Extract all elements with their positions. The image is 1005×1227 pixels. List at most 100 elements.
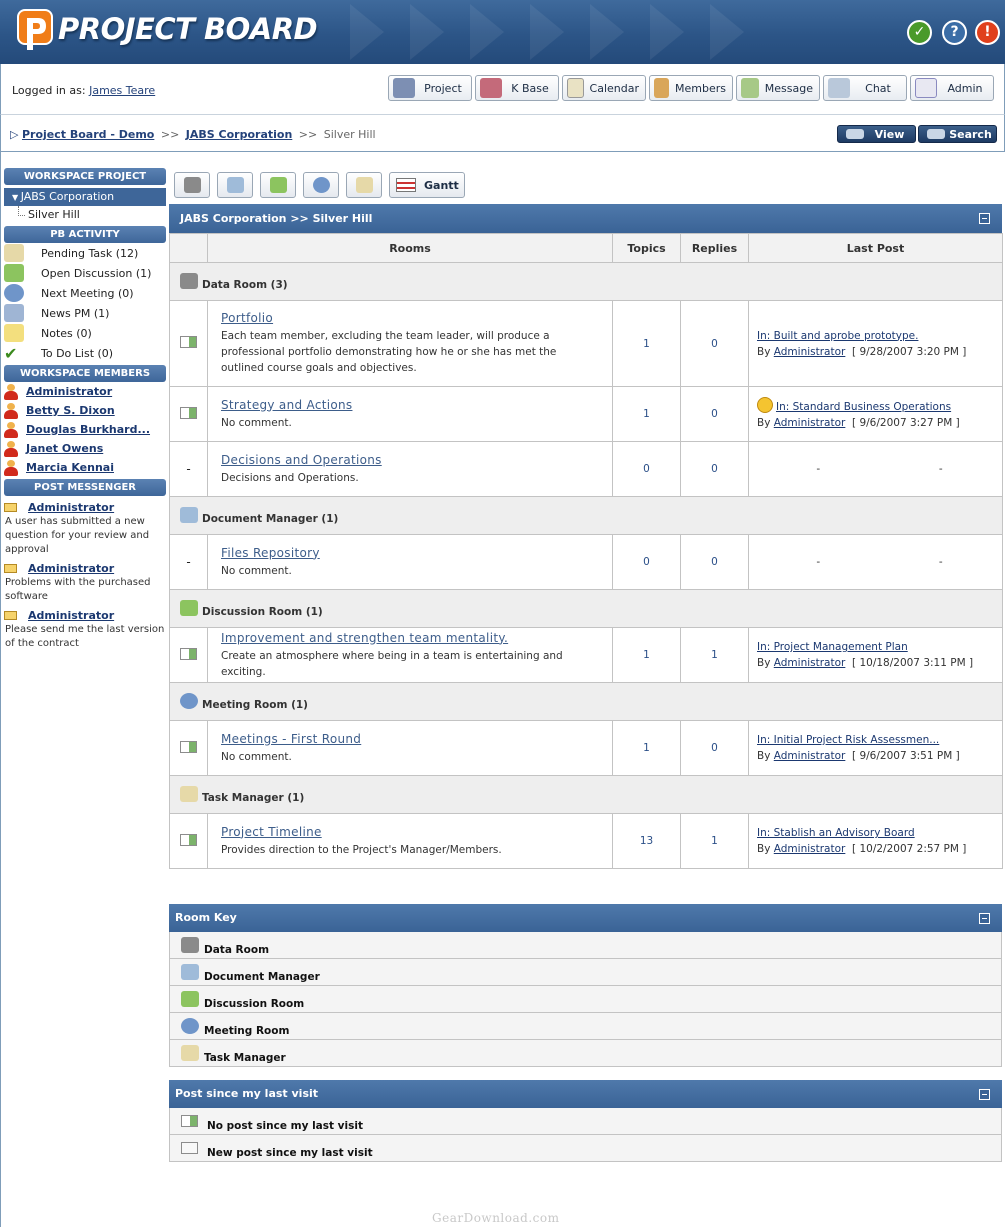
message-text: Problems with the purchased software (5, 577, 151, 602)
activity-open-discussion[interactable]: Open Discussion (1) (4, 263, 166, 283)
message-sender-link[interactable]: Administrator (28, 562, 114, 575)
nav-members-button[interactable]: Members (649, 75, 733, 101)
activity-notes[interactable]: Notes (0) (4, 323, 166, 343)
member-item[interactable]: Administrator (4, 382, 166, 401)
nav-calendar-button[interactable]: Calendar (562, 75, 646, 101)
member-item[interactable]: Douglas Burkhard... (4, 420, 166, 439)
breadcrumb-separator: >> (160, 128, 180, 141)
nav-kbase-button[interactable]: K Base (475, 75, 559, 101)
header-decoration (350, 4, 384, 60)
room-description: Decisions and Operations. (221, 471, 359, 484)
category-name: Meeting Room (1) (202, 698, 308, 711)
new-post-envelope-icon (181, 1142, 198, 1154)
message-sender-link[interactable]: Administrator (28, 609, 114, 622)
message-sender-link[interactable]: Administrator (28, 501, 114, 514)
activity-pending-task[interactable]: Pending Task (12) (4, 243, 166, 263)
member-item[interactable]: Marcia Kennai (4, 458, 166, 477)
current-user-link[interactable]: James Teare (89, 84, 155, 97)
gantt-button[interactable]: Gantt (389, 172, 465, 198)
activity-next-meeting[interactable]: Next Meeting (0) (4, 283, 166, 303)
help-icon[interactable]: ? (942, 20, 967, 45)
key-task-manager: Task Manager (169, 1040, 1002, 1067)
workspace-selected[interactable]: ▼ JABS Corporation (4, 188, 166, 206)
member-item[interactable]: Betty S. Dixon (4, 401, 166, 420)
breadcrumb-arrow-icon: ▷ (10, 128, 19, 141)
last-post-author[interactable]: Administrator (774, 417, 846, 429)
collapse-icon[interactable] (979, 1089, 990, 1100)
member-icon (4, 440, 18, 457)
nav-message-button[interactable]: Message (736, 75, 820, 101)
room-cell: Portfolio Each team member, excluding the… (207, 300, 613, 387)
category-cell: Document Manager (1) (169, 496, 1003, 535)
message-icon (741, 78, 759, 98)
meeting-tool-button[interactable] (303, 172, 339, 198)
last-post-link[interactable]: In: Stablish an Advisory Board (757, 827, 915, 839)
document-tool-button[interactable] (217, 172, 253, 198)
room-name-link[interactable]: Project Timeline (221, 825, 599, 839)
room-name-link[interactable]: Strategy and Actions (221, 398, 599, 412)
last-post-link[interactable]: In: Project Management Plan (757, 641, 908, 653)
last-post-author[interactable]: Administrator (774, 346, 846, 358)
room-name-link[interactable]: Decisions and Operations (221, 453, 599, 467)
header-replies: Replies (680, 233, 749, 263)
task-tool-button[interactable] (346, 172, 382, 198)
activity-news-pm[interactable]: News PM (1) (4, 303, 166, 323)
room-name-link[interactable]: Meetings - First Round (221, 732, 599, 746)
room-key-title: Room Key (175, 911, 237, 924)
last-post-link[interactable]: In: Built and aprobe prototype. (757, 330, 918, 342)
login-bar: Logged in as: James Teare Project K Base… (0, 64, 1005, 114)
header-decoration (590, 4, 624, 60)
key-discussion-room: Discussion Room (169, 986, 1002, 1013)
data-room-icon (181, 937, 199, 953)
data-room-tool-button[interactable] (174, 172, 210, 198)
power-icon[interactable]: ! (975, 20, 1000, 45)
posts-since-panel: Post since my last visit No post since m… (169, 1080, 1002, 1162)
last-post-meta: By Administrator [ 9/6/2007 3:51 PM ] (757, 750, 960, 762)
header-decoration (530, 4, 564, 60)
wrench-icon[interactable]: ✓ (907, 20, 932, 45)
room-name-link[interactable]: Portfolio (221, 311, 599, 325)
room-description: Provides direction to the Project's Mana… (221, 843, 502, 856)
collapse-icon[interactable] (979, 913, 990, 924)
discussion-tool-button[interactable] (260, 172, 296, 198)
room-last-post: -- (748, 441, 1003, 497)
last-post-link[interactable]: In: Initial Project Risk Assessmen... (757, 734, 939, 746)
room-row: - Decisions and Operations Decisions and O… (169, 441, 1003, 497)
nav-project-button[interactable]: Project (388, 75, 472, 101)
room-name-link[interactable]: Improvement and strengthen team mentalit… (221, 631, 599, 645)
workspace-subitem[interactable]: Silver Hill (4, 206, 166, 224)
activity-todo[interactable]: ✔ To Do List (0) (4, 343, 166, 363)
discussion-icon (4, 264, 24, 282)
breadcrumb-project-board[interactable]: Project Board - Demo (22, 128, 154, 141)
last-post-author[interactable]: Administrator (774, 657, 846, 669)
room-cell: Strategy and Actions No comment. (207, 386, 613, 442)
data-room-tool-icon (184, 177, 201, 193)
last-post-author[interactable]: Administrator (774, 843, 846, 855)
room-description: No comment. (221, 564, 292, 577)
key-meeting-room: Meeting Room (169, 1013, 1002, 1040)
task-tool-icon (356, 177, 373, 193)
room-name-link[interactable]: Files Repository (221, 546, 599, 560)
room-last-post: In: Standard Business Operations By Admin… (748, 386, 1003, 442)
member-item[interactable]: Janet Owens (4, 439, 166, 458)
last-post-link[interactable]: In: Standard Business Operations (776, 401, 951, 413)
rooms-panel-header: JABS Corporation >> Silver Hill (169, 204, 1002, 233)
page-left-border (0, 152, 1, 1227)
no-new-post-icon (181, 1115, 198, 1127)
posts-since-header: Post since my last visit (169, 1080, 1002, 1108)
messenger-item: Administrator A user has submitted a new… (4, 499, 166, 557)
room-icon-cell: - (169, 534, 208, 590)
view-button[interactable]: View (837, 125, 916, 143)
header-icon-col (169, 233, 208, 263)
posts-since-title: Post since my last visit (175, 1087, 319, 1100)
collapse-icon[interactable] (979, 213, 990, 224)
nav-admin-button[interactable]: Admin (910, 75, 994, 101)
nav-chat-button[interactable]: Chat (823, 75, 907, 101)
envelope-icon (4, 610, 17, 620)
last-post-author[interactable]: Administrator (774, 750, 846, 762)
search-button[interactable]: Search (918, 125, 997, 143)
data-room-icon (180, 272, 198, 289)
breadcrumb-jabs[interactable]: JABS Corporation (186, 128, 293, 141)
category-row: Discussion Room (1) (169, 589, 1003, 628)
room-last-post: In: Project Management Plan By Administra… (748, 627, 1003, 683)
